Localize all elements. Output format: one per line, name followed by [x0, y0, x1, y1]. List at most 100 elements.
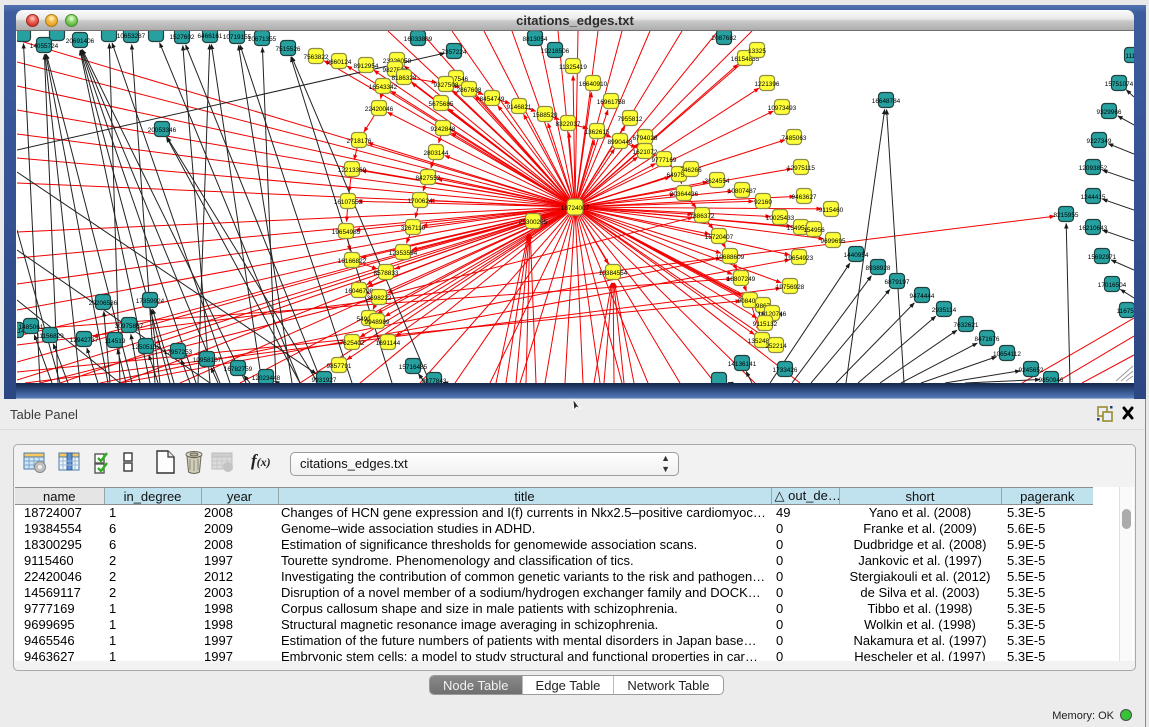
- svg-text:10653287: 10653287: [117, 33, 146, 40]
- svg-text:2718176: 2718176: [347, 138, 372, 145]
- svg-text:114519: 114519: [105, 338, 126, 345]
- svg-text:10671355: 10671355: [248, 36, 277, 43]
- svg-text:3698222: 3698222: [367, 295, 392, 302]
- svg-text:1621072: 1621072: [633, 149, 658, 156]
- svg-text:10807487: 10807487: [728, 188, 757, 195]
- svg-text:18724007: 18724007: [561, 205, 590, 212]
- svg-text:12093852: 12093852: [1079, 165, 1108, 172]
- svg-text:2087682: 2087682: [712, 35, 737, 42]
- svg-text:1691144: 1691144: [376, 340, 401, 347]
- svg-text:16782759: 16782759: [224, 366, 253, 373]
- svg-text:19654923: 19654923: [785, 255, 814, 262]
- svg-text:6466161: 6466161: [198, 33, 223, 40]
- svg-text:2803144: 2803144: [424, 150, 449, 157]
- svg-text:2935114: 2935114: [932, 307, 957, 314]
- svg-text:7955812: 7955812: [618, 116, 643, 123]
- svg-text:1700624: 1700624: [408, 198, 433, 205]
- svg-text:8912954: 8912954: [354, 63, 379, 70]
- svg-text:8471676: 8471676: [975, 336, 1000, 343]
- svg-text:7357224: 7357224: [442, 49, 467, 56]
- svg-text:9660124: 9660124: [327, 59, 352, 66]
- svg-text:9474444: 9474444: [910, 293, 935, 300]
- svg-text:18807249: 18807249: [727, 276, 756, 283]
- svg-text:8454749: 8454749: [480, 96, 505, 103]
- svg-text:16648784: 16648784: [872, 98, 901, 105]
- svg-text:12353594: 12353594: [389, 250, 418, 257]
- svg-text:10958107: 10958107: [193, 357, 222, 364]
- svg-text:1362615: 1362615: [585, 129, 610, 136]
- svg-text:9146821: 9146821: [507, 104, 532, 111]
- svg-text:16961758: 16961758: [597, 99, 626, 106]
- svg-text:14055724: 14055724: [30, 43, 59, 50]
- svg-text:9115460: 9115460: [819, 207, 844, 214]
- svg-text:7886372: 7886372: [690, 213, 715, 220]
- svg-text:20691406: 20691406: [66, 38, 95, 45]
- svg-text:16640910: 16640910: [579, 81, 608, 88]
- svg-text:10973493: 10973493: [768, 105, 797, 112]
- svg-text:9115132: 9115132: [753, 321, 778, 328]
- svg-text:3624554: 3624554: [705, 178, 730, 185]
- svg-text:16046798: 16046798: [345, 288, 374, 295]
- svg-text:8578833: 8578833: [374, 270, 399, 277]
- svg-text:1527602: 1527602: [170, 34, 195, 41]
- svg-text:15692971: 15692971: [1088, 254, 1117, 261]
- svg-text:20206536: 20206536: [89, 300, 118, 307]
- svg-text:10025433: 10025433: [766, 215, 795, 222]
- svg-text:1588520: 1588520: [533, 112, 558, 119]
- svg-text:1733426: 1733426: [773, 367, 798, 374]
- svg-text:9327508: 9327508: [434, 82, 459, 89]
- svg-text:9227349: 9227349: [1087, 138, 1112, 145]
- svg-text:25300295: 25300295: [519, 219, 548, 226]
- svg-text:15720407: 15720407: [705, 234, 734, 241]
- svg-text:13325: 13325: [748, 48, 766, 55]
- svg-text:15751074: 15751074: [1105, 81, 1134, 88]
- svg-text:9699695: 9699695: [821, 238, 846, 245]
- svg-text:9329966: 9329966: [1097, 109, 1122, 116]
- svg-text:7632621: 7632621: [954, 322, 979, 329]
- svg-text:8427552: 8427552: [416, 175, 441, 182]
- svg-text:19654985: 19654985: [332, 229, 361, 236]
- svg-text:16543342: 16543342: [369, 84, 398, 91]
- svg-text:9948989: 9948989: [365, 319, 390, 326]
- svg-text:5675685: 5675685: [429, 101, 454, 108]
- svg-text:20364436: 20364436: [670, 191, 699, 198]
- svg-text:7563822: 7563822: [304, 54, 329, 61]
- svg-text:12942737: 12942737: [70, 337, 99, 344]
- svg-text:1440954: 1440954: [844, 252, 869, 259]
- svg-text:19218506: 19218506: [541, 48, 570, 55]
- svg-text:6879197: 6879197: [885, 279, 910, 286]
- svg-text:19166822: 19166822: [338, 258, 367, 265]
- svg-text:12505135: 12505135: [132, 344, 161, 351]
- svg-text:14136141: 14136141: [728, 361, 757, 368]
- svg-text:22420046: 22420046: [365, 106, 394, 113]
- svg-text:7515526: 7515526: [276, 46, 301, 53]
- svg-text:252214: 252214: [765, 343, 787, 350]
- svg-text:16107553: 16107553: [334, 199, 363, 206]
- svg-text:15716485: 15716485: [399, 364, 428, 371]
- svg-text:9777169: 9777169: [652, 157, 677, 164]
- svg-text:1112: 1112: [1125, 53, 1134, 60]
- svg-text:116753: 116753: [1117, 308, 1134, 315]
- svg-text:16210643: 16210643: [1079, 225, 1108, 232]
- svg-text:92160: 92160: [754, 199, 772, 206]
- svg-text:8813054: 8813054: [523, 36, 548, 43]
- svg-text:9242848: 9242848: [431, 126, 456, 133]
- svg-text:9245652: 9245652: [1019, 367, 1044, 374]
- svg-text:8186328: 8186328: [392, 75, 417, 82]
- svg-text:10654112: 10654112: [993, 351, 1021, 358]
- svg-text:6794028: 6794028: [633, 135, 658, 142]
- svg-text:1244415: 1244415: [1081, 194, 1106, 201]
- svg-text:12213369: 12213369: [338, 167, 367, 174]
- svg-text:12975115: 12975115: [787, 165, 815, 172]
- svg-text:11325419: 11325419: [559, 64, 587, 71]
- svg-text:17016504: 17016504: [1098, 282, 1127, 289]
- svg-text:7485063: 7485063: [782, 135, 807, 142]
- svg-text:30975867: 30975867: [115, 323, 144, 330]
- svg-text:19756928: 19756928: [776, 284, 805, 291]
- svg-text:746266: 746266: [680, 167, 702, 174]
- svg-text:10688609: 10688609: [716, 254, 745, 261]
- svg-text:12023448: 12023448: [252, 375, 281, 382]
- svg-text:19384554: 19384554: [599, 270, 628, 277]
- svg-text:8990448: 8990448: [608, 139, 633, 146]
- svg-text:8215955: 8215955: [1054, 212, 1079, 219]
